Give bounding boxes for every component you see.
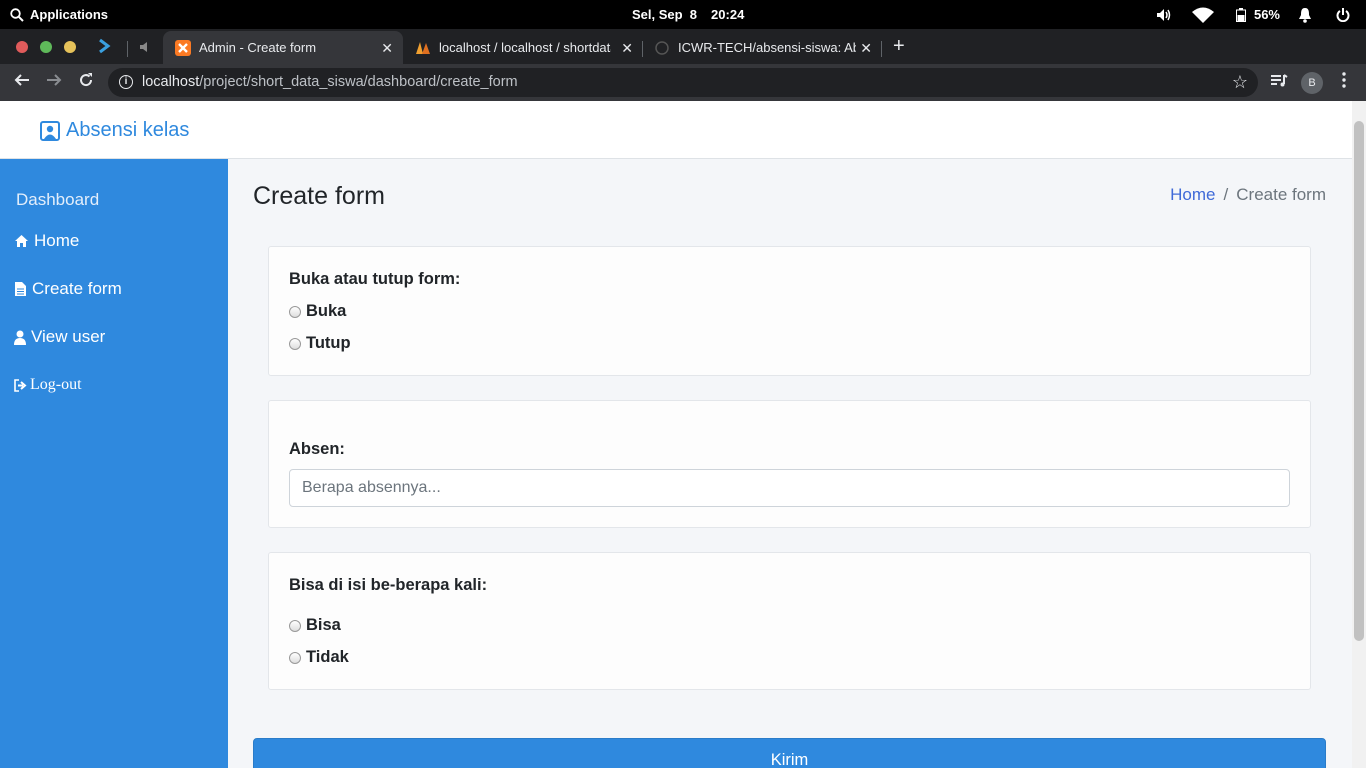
address-bar[interactable]: i localhost/project/short_data_siswa/das…	[108, 68, 1258, 97]
tab-title: Admin - Create form	[199, 40, 317, 55]
applications-menu[interactable]: Applications	[10, 7, 108, 22]
phpmyadmin-icon	[415, 40, 431, 56]
file-icon	[15, 282, 26, 296]
mute-tab-icon[interactable]	[139, 40, 151, 58]
back-button[interactable]	[12, 72, 32, 92]
reload-button[interactable]	[76, 72, 96, 92]
search-icon	[10, 7, 24, 22]
clock[interactable]: Sel, Sep 8 20:24	[632, 7, 744, 22]
sidebar-header: Dashboard	[16, 190, 100, 209]
radio-label: Buka	[306, 302, 347, 320]
web-page: Absensi kelas Dashboard Home Create form…	[0, 101, 1352, 768]
sidebar-item-label: Create form	[32, 279, 122, 298]
battery-icon	[1235, 7, 1246, 22]
brand-name: Absensi kelas	[66, 119, 190, 141]
time-text: 20:24	[711, 7, 745, 22]
applications-label: Applications	[30, 7, 109, 22]
tab-title: localhost / localhost / shortdata	[439, 40, 611, 55]
radio-button[interactable]	[289, 619, 301, 632]
xampp-icon	[175, 39, 191, 56]
media-control-icon[interactable]	[1269, 72, 1289, 92]
sidebar-item-home[interactable]: Home	[14, 231, 79, 251]
tab-github[interactable]: ICWR-TECH/absensi-siswa: Abs ✕	[642, 31, 882, 64]
url-host: localhost	[142, 74, 200, 90]
sidebar-item-create-form[interactable]: Create form	[14, 279, 122, 299]
sidebar-item-label: View user	[31, 327, 106, 346]
volume-icon[interactable]	[1156, 8, 1172, 22]
repeat-label: Bisa di isi be-berapa kali:	[289, 576, 488, 594]
window-minimize-button[interactable]	[40, 41, 52, 53]
sidebar-item-view-user[interactable]: View user	[14, 327, 105, 347]
tab-phpmyadmin[interactable]: localhost / localhost / shortdata ✕	[403, 31, 643, 64]
profile-avatar[interactable]: B	[1301, 72, 1323, 94]
sidebar-item-label: Log-out	[30, 376, 82, 393]
home-icon	[15, 235, 28, 247]
tab-admin-create-form[interactable]: Admin - Create form ✕	[163, 31, 403, 64]
user-square-icon	[40, 120, 60, 141]
browser-toolbar: i localhost/project/short_data_siswa/das…	[0, 64, 1366, 101]
radio-button[interactable]	[289, 305, 301, 318]
bookmark-star-icon[interactable]: ☆	[1230, 72, 1250, 92]
close-tab-icon[interactable]: ✕	[860, 40, 872, 57]
open-close-card: Buka atau tutup form: Buka Tutup	[268, 246, 1311, 376]
tab-separator	[127, 41, 128, 57]
absen-label: Absen:	[289, 440, 345, 458]
radio-label: Tutup	[306, 334, 351, 352]
power-icon[interactable]	[1336, 7, 1350, 22]
breadcrumb: Home / Create form	[1170, 185, 1326, 205]
github-icon	[654, 40, 670, 56]
user-icon	[14, 330, 26, 345]
system-tray: 56%	[1156, 0, 1366, 29]
absen-input[interactable]: Berapa absennya...	[289, 469, 1290, 507]
window-close-button[interactable]	[16, 41, 28, 53]
battery-percent: 56%	[1253, 7, 1280, 22]
close-tab-icon[interactable]: ✕	[381, 40, 393, 57]
radio-button[interactable]	[289, 337, 301, 350]
browser-tab-strip: Admin - Create form ✕ localhost / localh…	[0, 29, 1366, 64]
repeat-card: Bisa di isi be-berapa kali: Bisa Tidak	[268, 552, 1311, 690]
brand-link[interactable]: Absensi kelas	[40, 119, 189, 142]
sidebar-item-label: Home	[34, 231, 80, 250]
radio-tutup[interactable]: Tutup	[289, 334, 351, 353]
page-title: Create form	[253, 182, 385, 210]
absen-card: Absen: Berapa absennya...	[268, 400, 1311, 528]
notification-bell-icon[interactable]	[1298, 7, 1312, 23]
system-top-bar: Applications Sel, Sep 8 20:24 56%	[0, 0, 1366, 29]
battery-indicator[interactable]: 56%	[1235, 7, 1280, 22]
extension-icon[interactable]	[98, 38, 112, 59]
page-scrollbar[interactable]	[1352, 101, 1366, 768]
sidebar: Dashboard Home Create form View user Log…	[0, 159, 228, 768]
radio-tidak[interactable]: Tidak	[289, 648, 349, 667]
main-content: Create form Home / Create form Buka atau t…	[228, 159, 1352, 768]
sidebar-item-log-out[interactable]: Log-out	[14, 376, 82, 394]
date-text: Sel, Sep 8	[632, 7, 698, 22]
forward-button[interactable]	[44, 72, 64, 92]
site-info-icon[interactable]: i	[119, 75, 133, 89]
browser-menu-icon[interactable]	[1334, 72, 1354, 92]
scrollbar-thumb[interactable]	[1354, 121, 1364, 641]
radio-button[interactable]	[289, 651, 301, 664]
breadcrumb-home-link[interactable]: Home	[1170, 185, 1215, 204]
open-close-label: Buka atau tutup form:	[289, 270, 461, 288]
url-path: /project/short_data_siswa/dashboard/crea…	[199, 74, 518, 90]
tab-separator	[881, 41, 882, 57]
close-tab-icon[interactable]: ✕	[621, 40, 633, 57]
tab-title: ICWR-TECH/absensi-siswa: Abs	[678, 40, 856, 55]
breadcrumb-separator: /	[1223, 185, 1229, 204]
wifi-icon[interactable]	[1191, 7, 1214, 23]
top-navbar: Absensi kelas	[0, 101, 1352, 159]
radio-label: Tidak	[306, 648, 349, 666]
radio-buka[interactable]: Buka	[289, 302, 346, 321]
submit-button[interactable]: Kirim	[253, 738, 1326, 768]
radio-bisa[interactable]: Bisa	[289, 616, 341, 635]
breadcrumb-current: Create form	[1236, 185, 1326, 204]
sign-out-icon	[14, 378, 27, 392]
window-maximize-button[interactable]	[64, 41, 76, 53]
new-tab-button[interactable]: +	[893, 35, 905, 58]
radio-label: Bisa	[306, 616, 341, 634]
